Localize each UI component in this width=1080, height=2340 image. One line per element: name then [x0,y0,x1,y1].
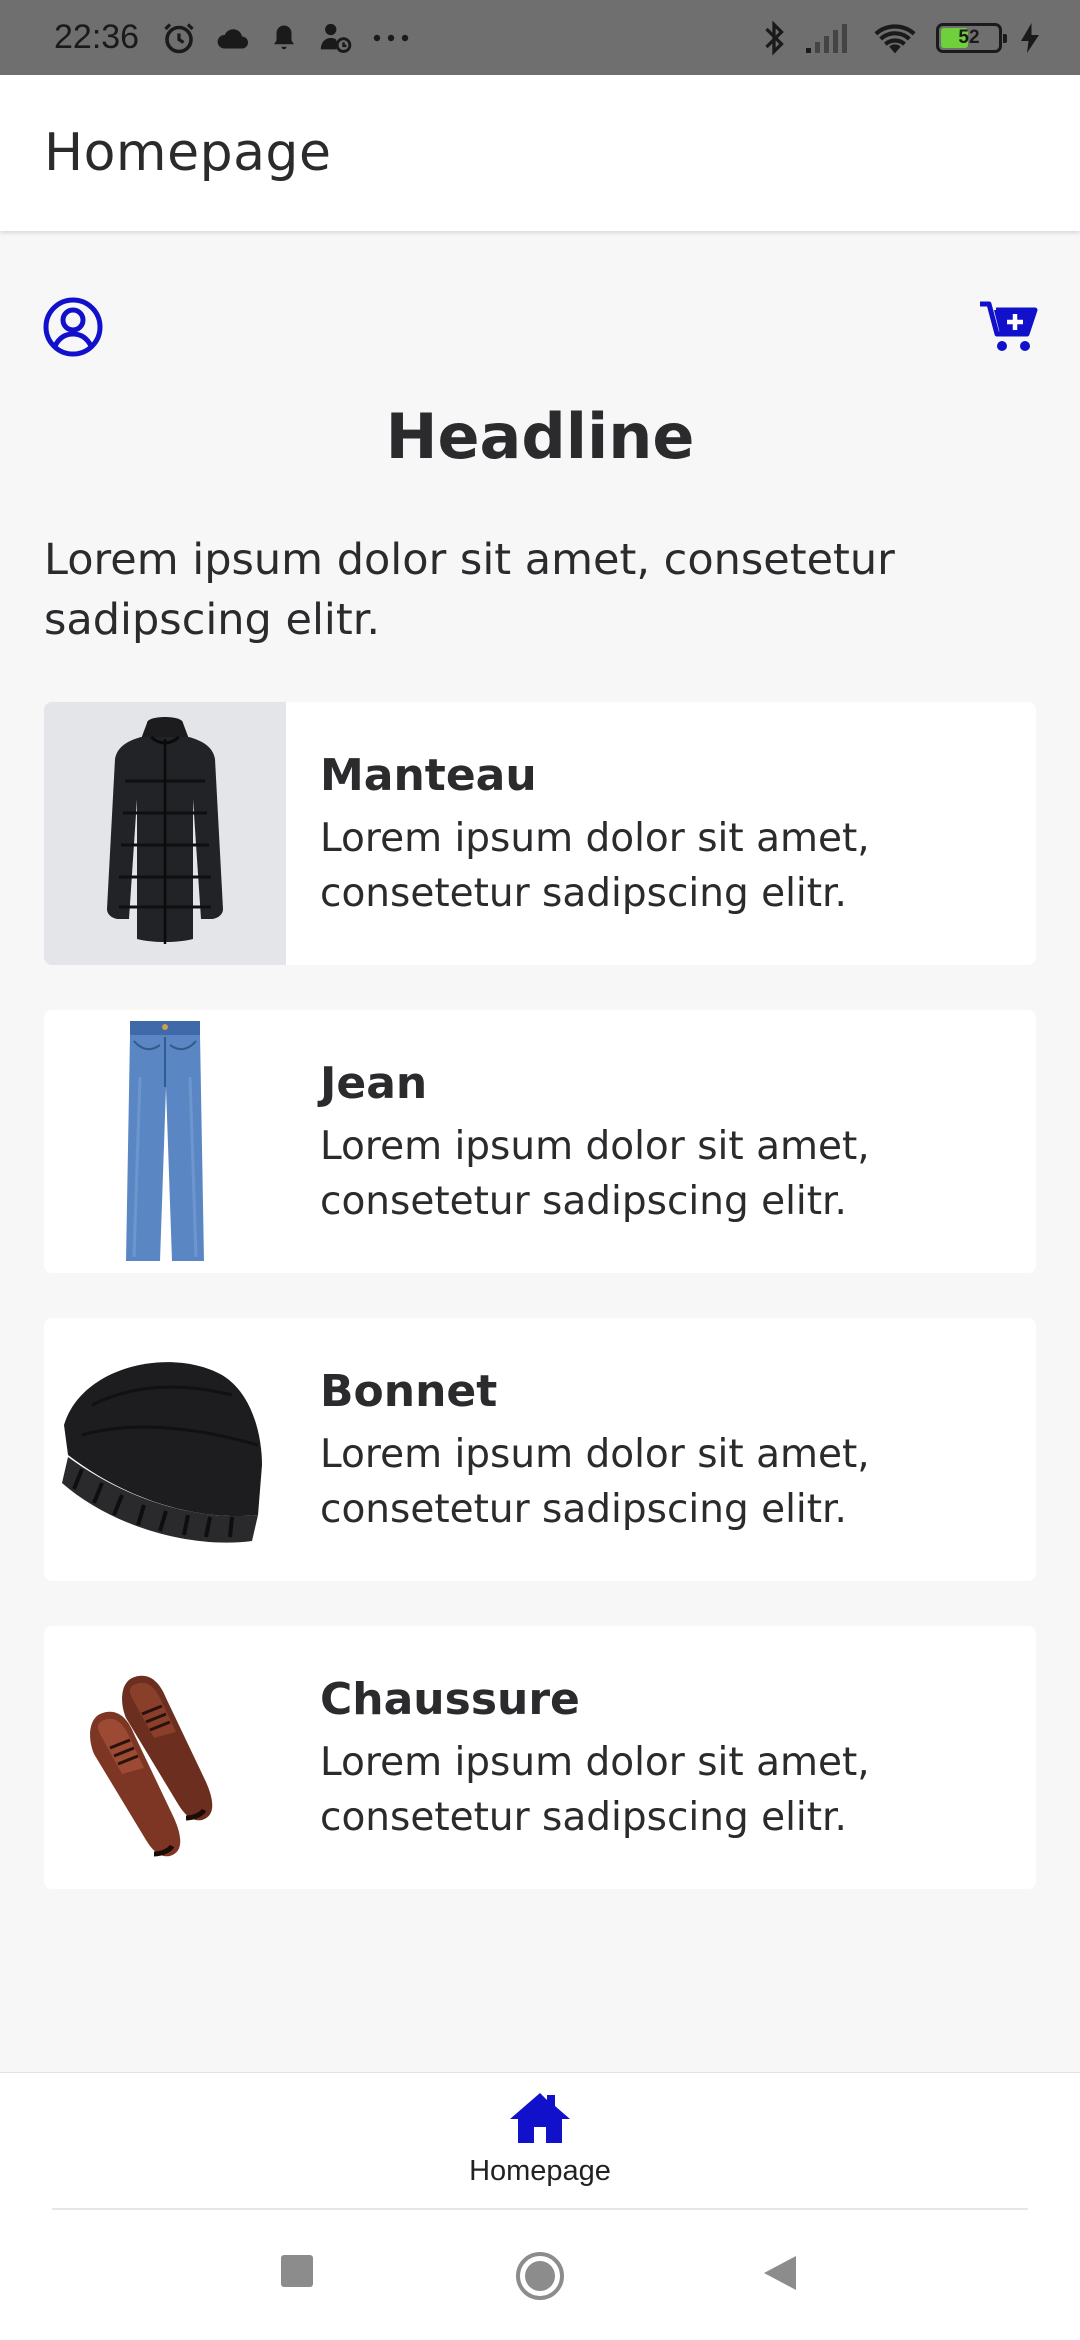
page-title: Homepage [44,123,332,183]
cart-plus-icon [980,301,1038,351]
square-icon [281,2255,313,2287]
cart-button[interactable] [980,300,1038,354]
more-dots-icon [371,33,411,43]
product-list: Manteau Lorem ipsum dolor sit amet, cons… [44,702,1036,1934]
product-card-bonnet[interactable]: Bonnet Lorem ipsum dolor sit amet, conse… [44,1318,1036,1581]
app-bar: Homepage [0,75,1080,231]
user-sync-icon [317,21,353,55]
battery-level: 52 [958,26,980,48]
status-bar-right: 52 [762,20,1040,56]
home-button[interactable] [514,2250,566,2306]
headline: Headline [385,400,695,473]
system-navigation-bar [0,2210,1080,2340]
user-circle-icon [43,297,103,357]
product-description: Lorem ipsum dolor sit amet, consetetur s… [320,1740,870,1840]
product-title: Chaussure [320,1674,580,1725]
product-title: Jean [320,1058,428,1109]
bottom-navigation: Homepage [0,2072,1080,2212]
product-description: Lorem ipsum dolor sit amet, consetetur s… [320,1432,870,1532]
recents-button[interactable] [280,2254,314,2292]
product-title: Bonnet [320,1366,498,1417]
signal-icon [804,22,854,54]
battery-icon: 52 [936,22,1007,53]
status-bar-left: 22:36 [54,18,411,57]
product-title: Manteau [320,750,537,801]
jeans-image [44,1010,286,1273]
product-description: Lorem ipsum dolor sit amet, consetetur s… [320,1124,870,1224]
shoes-image [44,1626,286,1889]
product-card-chaussure[interactable]: Chaussure Lorem ipsum dolor sit amet, co… [44,1626,1036,1889]
notification-bell-icon [269,22,299,54]
product-card-manteau[interactable]: Manteau Lorem ipsum dolor sit amet, cons… [44,702,1036,965]
intro-text: Lorem ipsum dolor sit amet, consetetur s… [44,535,895,645]
product-text: Manteau Lorem ipsum dolor sit amet, cons… [286,702,940,965]
back-button[interactable] [762,2254,798,2296]
product-description: Lorem ipsum dolor sit amet, consetetur s… [320,816,870,916]
triangle-back-icon [764,2256,796,2290]
circle-icon [516,2252,564,2300]
nav-item-homepage[interactable]: Homepage [390,2091,690,2211]
beanie-image [44,1318,286,1581]
status-time: 22:36 [54,18,140,56]
cloud-icon [215,23,251,53]
status-bar: 22:36 52 [0,0,1080,75]
home-icon [510,2093,570,2143]
product-text: Chaussure Lorem ipsum dolor sit amet, co… [286,1626,940,1889]
wifi-icon [872,20,918,56]
product-text: Jean Lorem ipsum dolor sit amet, consete… [286,1010,940,1273]
profile-button[interactable] [42,296,104,358]
product-card-jean[interactable]: Jean Lorem ipsum dolor sit amet, consete… [44,1010,1036,1273]
charging-icon [1020,22,1040,53]
product-text: Bonnet Lorem ipsum dolor sit amet, conse… [286,1318,940,1581]
nav-label: Homepage [469,2155,611,2187]
alarm-icon [161,20,197,56]
coat-image [44,702,286,965]
bluetooth-icon [762,20,786,56]
